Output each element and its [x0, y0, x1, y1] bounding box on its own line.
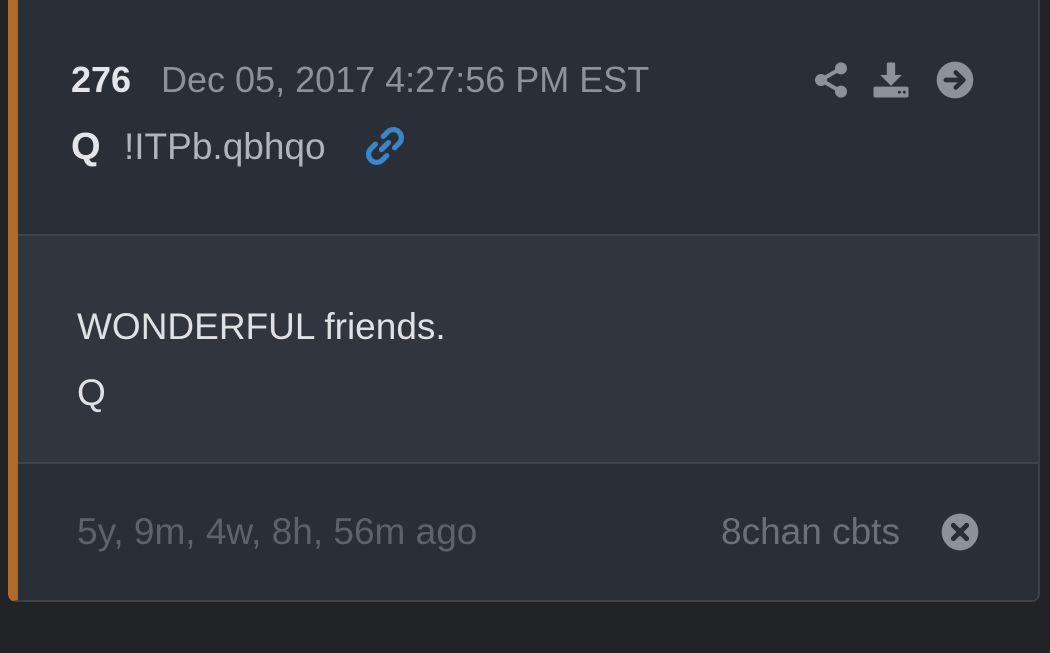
- post-source: 8chan cbts: [721, 511, 900, 552]
- post-tripcode: !ITPb.qbhqo: [124, 126, 326, 167]
- download-icon[interactable]: [871, 60, 911, 100]
- post-text-line: WONDERFUL friends.: [77, 306, 446, 347]
- close-circle-icon[interactable]: [940, 512, 980, 552]
- arrow-right-circle-icon[interactable]: [935, 60, 975, 100]
- post-header: 276 Dec 05, 2017 4:27:56 PM EST Q !ITPb.…: [18, 0, 1038, 236]
- link-icon[interactable]: [364, 125, 406, 167]
- post-card: 276 Dec 05, 2017 4:27:56 PM EST Q !ITPb.…: [8, 0, 1040, 602]
- post-date: Dec 05, 2017 4:27:56 PM EST: [161, 59, 650, 100]
- post-author: Q: [71, 126, 101, 168]
- post-body: WONDERFUL friends. Q: [18, 236, 1038, 464]
- share-icon[interactable]: [811, 60, 851, 100]
- post-signature: Q: [77, 372, 106, 413]
- post-time-ago: 5y, 9m, 4w, 8h, 56m ago: [77, 511, 478, 552]
- post-number: 276: [71, 59, 132, 100]
- post-footer: 5y, 9m, 4w, 8h, 56m ago 8chan cbts: [18, 464, 1038, 600]
